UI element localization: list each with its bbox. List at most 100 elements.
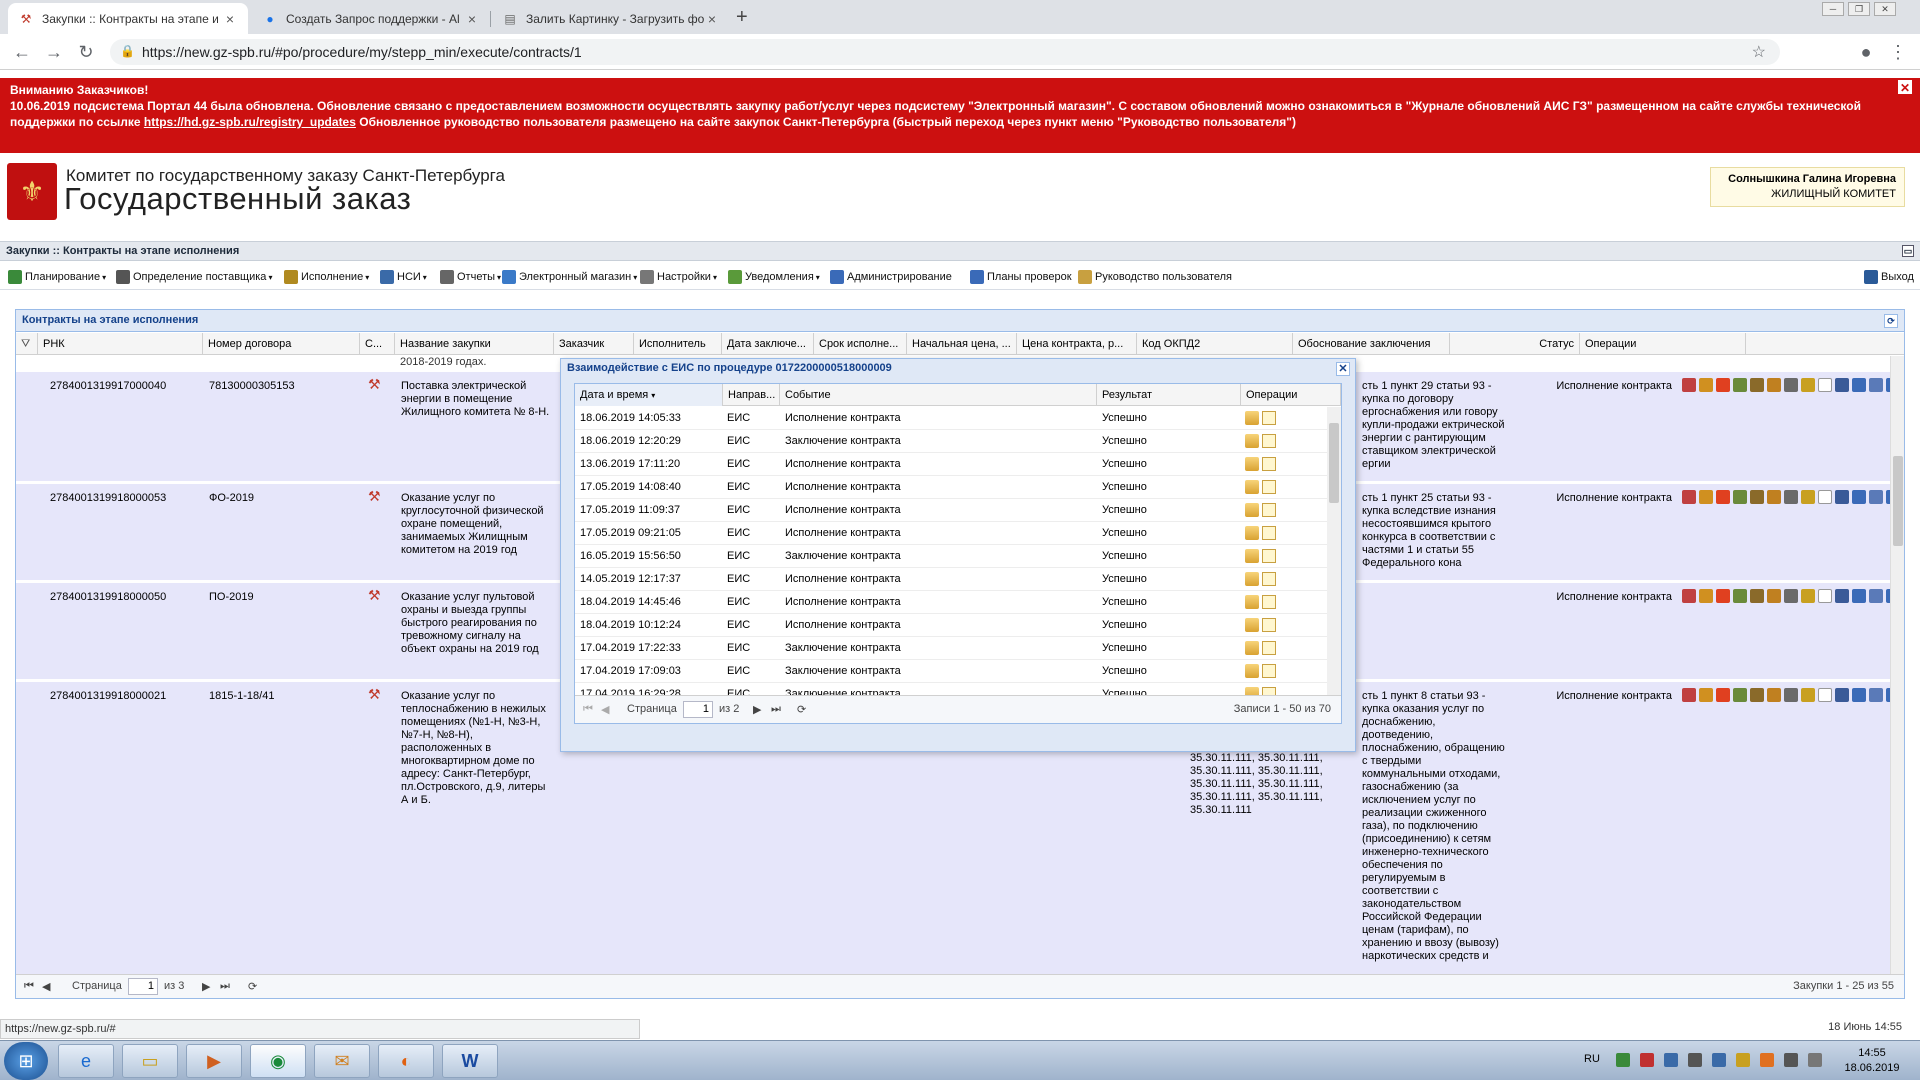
new-tab-icon[interactable]: + <box>736 6 748 29</box>
tray-app-icon[interactable] <box>1688 1053 1702 1067</box>
operation-icon[interactable] <box>1818 589 1832 603</box>
browser-tab[interactable]: ● Создать Запрос поддержки - Al × <box>252 3 490 34</box>
column-header[interactable]: Заказчик <box>554 333 634 355</box>
first-page-icon[interactable]: ⏮ <box>583 703 593 716</box>
package-icon[interactable] <box>1245 480 1259 494</box>
tray-app-icon[interactable] <box>1664 1053 1678 1067</box>
operation-icon[interactable] <box>1784 688 1798 702</box>
document-icon[interactable] <box>1262 687 1276 695</box>
package-icon[interactable] <box>1245 526 1259 540</box>
operation-icon[interactable] <box>1869 378 1883 392</box>
package-icon[interactable] <box>1245 457 1259 471</box>
dialog-row[interactable]: 13.06.2019 17:11:20 ЕИС Исполнение контрак… <box>575 453 1327 476</box>
profile-icon[interactable]: ● <box>1854 40 1878 64</box>
operation-icon[interactable] <box>1716 589 1730 603</box>
outlook-icon[interactable]: ✉ <box>314 1044 370 1078</box>
dialog-row[interactable]: 18.04.2019 14:45:46 ЕИС Исполнение контрак… <box>575 591 1327 614</box>
operation-icon[interactable] <box>1767 490 1781 504</box>
dialog-row[interactable]: 18.06.2019 12:20:29 ЕИС Заключение контрак… <box>575 430 1327 453</box>
media-player-icon[interactable]: ▶ <box>186 1044 242 1078</box>
menu-item[interactable]: Определение поставщика ▾ <box>116 270 272 284</box>
folder-icon[interactable]: ▭ <box>122 1044 178 1078</box>
column-header[interactable]: Номер договора <box>203 333 360 355</box>
menu-item[interactable]: Уведомления ▾ <box>728 270 820 284</box>
dialog-column-header[interactable]: Операции <box>1241 384 1341 406</box>
start-button[interactable]: ⊞ <box>4 1042 48 1080</box>
operation-icon[interactable] <box>1852 688 1866 702</box>
collapse-icon[interactable]: ▭ <box>1902 245 1914 257</box>
ie-icon[interactable]: e <box>58 1044 114 1078</box>
document-icon[interactable] <box>1262 457 1276 471</box>
package-icon[interactable] <box>1245 572 1259 586</box>
operation-icon[interactable] <box>1716 490 1730 504</box>
back-icon[interactable]: ← <box>10 40 34 64</box>
column-header[interactable]: Обоснование заключения <box>1293 333 1450 355</box>
dialog-scrollbar[interactable] <box>1327 407 1341 695</box>
operation-icon[interactable] <box>1869 688 1883 702</box>
package-icon[interactable] <box>1245 595 1259 609</box>
operation-icon[interactable] <box>1835 490 1849 504</box>
word-icon[interactable]: W <box>442 1044 498 1078</box>
package-icon[interactable] <box>1245 618 1259 632</box>
dialog-row[interactable]: 18.04.2019 10:12:24 ЕИС Исполнение контрак… <box>575 614 1327 637</box>
column-header[interactable]: Цена контракта, р... <box>1017 333 1137 355</box>
dialog-row[interactable]: 17.05.2019 09:21:05 ЕИС Исполнение контрак… <box>575 522 1327 545</box>
close-tab-icon[interactable]: × <box>464 11 480 27</box>
dialog-row[interactable]: 17.05.2019 11:09:37 ЕИС Исполнение контрак… <box>575 499 1327 522</box>
package-icon[interactable] <box>1245 434 1259 448</box>
prev-page-icon[interactable]: ◀ <box>42 980 50 993</box>
dialog-row[interactable]: 18.06.2019 14:05:33 ЕИС Исполнение контрак… <box>575 407 1327 430</box>
minimize-icon[interactable]: ─ <box>1822 2 1844 16</box>
column-header[interactable]: Дата заключе... <box>722 333 814 355</box>
operation-icon[interactable] <box>1699 589 1713 603</box>
package-icon[interactable] <box>1245 503 1259 517</box>
column-header[interactable]: Исполнитель <box>634 333 722 355</box>
document-icon[interactable] <box>1262 434 1276 448</box>
operation-icon[interactable] <box>1801 378 1815 392</box>
document-icon[interactable] <box>1262 618 1276 632</box>
forward-icon[interactable]: → <box>42 40 66 64</box>
dialog-row[interactable]: 17.04.2019 16:29:28 ЕИС Заключение контрак… <box>575 683 1327 695</box>
dialog-column-header[interactable]: Результат <box>1097 384 1241 406</box>
refresh-icon[interactable]: ⟳ <box>248 980 257 993</box>
operation-icon[interactable] <box>1869 490 1883 504</box>
last-page-icon[interactable]: ⏭ <box>220 980 230 993</box>
operation-icon[interactable] <box>1784 589 1798 603</box>
document-icon[interactable] <box>1262 503 1276 517</box>
column-header[interactable]: Операции <box>1580 333 1746 355</box>
menu-item[interactable]: Руководство пользователя <box>1078 270 1232 284</box>
page-input[interactable]: 1 <box>128 978 158 995</box>
menu-item[interactable]: Отчеты ▾ <box>440 270 501 284</box>
firefox-icon[interactable]: ◐ <box>378 1044 434 1078</box>
reload-icon[interactable]: ↻ <box>74 40 98 64</box>
next-page-icon[interactable]: ▶ <box>202 980 210 993</box>
grid-scrollbar[interactable] <box>1890 356 1904 974</box>
column-header[interactable]: С... <box>360 333 395 355</box>
column-header[interactable]: РНК <box>38 333 203 355</box>
operation-icon[interactable] <box>1784 378 1798 392</box>
restore-icon[interactable]: ❐ <box>1848 2 1870 16</box>
operation-icon[interactable] <box>1852 490 1866 504</box>
document-icon[interactable] <box>1262 664 1276 678</box>
operation-icon[interactable] <box>1750 688 1764 702</box>
operation-icon[interactable] <box>1869 589 1883 603</box>
prev-page-icon[interactable]: ◀ <box>601 703 609 716</box>
volume-icon[interactable] <box>1808 1053 1822 1067</box>
gavel-icon[interactable]: ⚒ <box>368 589 381 602</box>
close-tab-icon[interactable]: × <box>222 11 238 27</box>
user-info[interactable]: Солнышкина Галина Игоревна ЖИЛИЩНЫЙ КОМИ… <box>1710 167 1905 207</box>
menu-item[interactable]: Планы проверок <box>970 270 1072 284</box>
operation-icon[interactable] <box>1801 490 1815 504</box>
close-tab-icon[interactable]: × <box>704 11 720 27</box>
filter-icon[interactable]: ⛛ <box>16 333 38 355</box>
network-icon[interactable] <box>1784 1053 1798 1067</box>
operation-icon[interactable] <box>1682 378 1696 392</box>
operation-icon[interactable] <box>1733 688 1747 702</box>
operation-icon[interactable] <box>1716 378 1730 392</box>
url-field[interactable]: 🔒 https://new.gz-spb.ru/#po/procedure/my… <box>110 39 1780 65</box>
operation-icon[interactable] <box>1682 490 1696 504</box>
tray-app-icon[interactable] <box>1760 1053 1774 1067</box>
tray-shield-icon[interactable] <box>1616 1053 1630 1067</box>
package-icon[interactable] <box>1245 664 1259 678</box>
tray-app-icon[interactable] <box>1640 1053 1654 1067</box>
